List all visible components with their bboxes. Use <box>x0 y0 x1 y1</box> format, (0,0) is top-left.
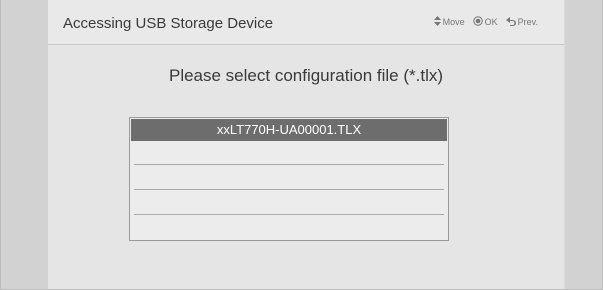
file-item-empty[interactable] <box>130 142 448 164</box>
file-item-empty[interactable] <box>130 191 448 213</box>
hint-prev: Prev. <box>505 16 538 28</box>
file-item-empty[interactable] <box>130 216 448 238</box>
left-margin <box>1 0 48 289</box>
page-title: Accessing USB Storage Device <box>63 15 274 32</box>
list-separator <box>134 214 444 215</box>
select-prompt: Please select configuration file (*.tlx) <box>168 66 444 85</box>
hint-move-label: Move <box>442 17 465 27</box>
hint-prev-label: Prev. <box>517 17 538 27</box>
dialog-panel: Accessing USB Storage Device Move OK Pre… <box>48 0 564 289</box>
hint-ok: OK <box>472 16 498 28</box>
list-separator <box>134 164 444 165</box>
hint-move: Move <box>433 16 465 28</box>
file-item-empty[interactable] <box>130 166 448 188</box>
config-file-list[interactable]: xxLT770H-UA00001.TLX <box>129 117 449 241</box>
header-bar: Accessing USB Storage Device Move OK Pre… <box>48 0 564 45</box>
back-arrow-icon <box>505 16 516 28</box>
hint-ok-label: OK <box>484 17 498 27</box>
list-separator <box>134 189 444 190</box>
right-margin <box>565 0 602 289</box>
key-hints: Move OK Prev. <box>426 16 538 28</box>
file-item-selected[interactable]: xxLT770H-UA00001.TLX <box>131 119 447 141</box>
ok-circle-icon <box>472 16 483 28</box>
up-down-arrows-icon <box>433 16 441 28</box>
